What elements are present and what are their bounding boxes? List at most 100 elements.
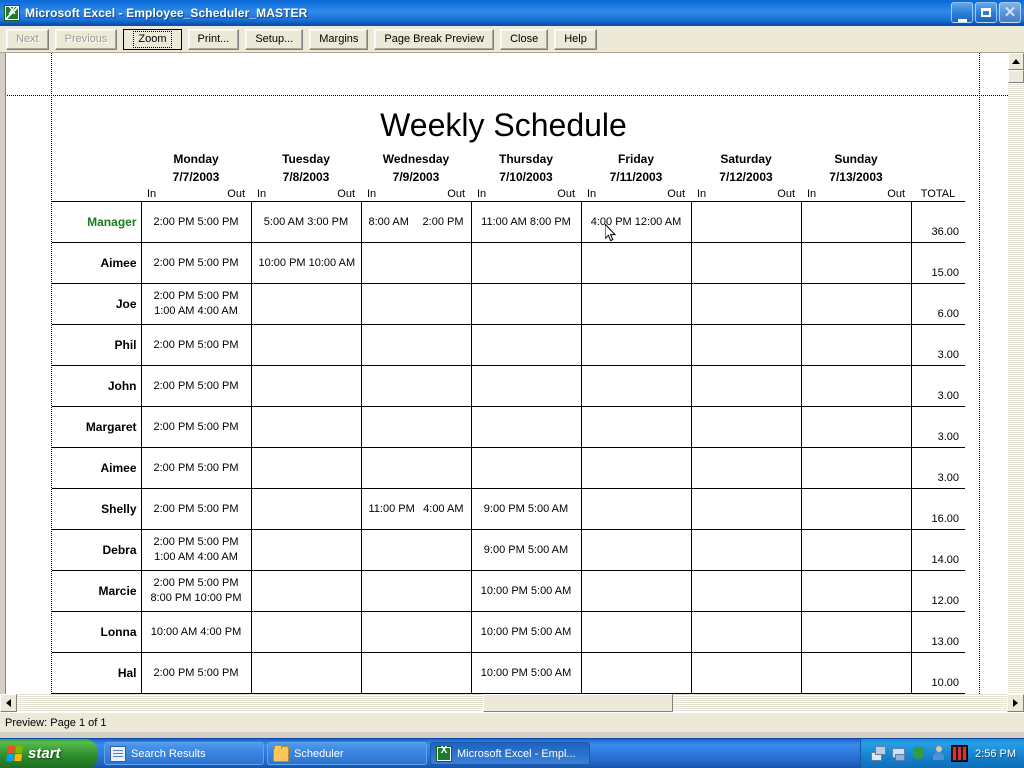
taskbar-item[interactable]: Scheduler xyxy=(267,742,427,765)
header-day-tuesday: Tuesday xyxy=(282,152,330,166)
employee-name-cell: Shelly xyxy=(52,488,142,530)
header-in-label: In xyxy=(147,188,157,200)
toolbar-button-zoom[interactable]: Zoom xyxy=(123,28,182,50)
table-row: Marcie 2:00 PM 5:00 PM 8:00 PM 10:00 PM 10:… xyxy=(52,570,965,612)
header-date-tuesday: 7/8/2003 xyxy=(282,170,330,184)
shift-entry: 10:00 PM 10:00 AM xyxy=(258,256,356,269)
shift-cell: 10:00 PM 10:00 AM xyxy=(250,242,362,284)
toolbar-button-print[interactable]: Print... xyxy=(187,28,240,50)
scroll-up-button[interactable] xyxy=(1008,53,1024,70)
toolbar-button-setup[interactable]: Setup... xyxy=(245,28,304,50)
shift-entry: 2:00 PM 5:00 PM xyxy=(153,379,239,392)
header-date-thursday: 7/10/2003 xyxy=(499,170,553,184)
shift-cell xyxy=(690,652,802,694)
employee-name-cell: Margaret xyxy=(52,406,142,448)
employee-name-cell: Debra xyxy=(52,529,142,571)
table-row: John 2:00 PM 5:00 PM 3.00 xyxy=(52,365,965,407)
scroll-left-button[interactable] xyxy=(0,694,17,712)
employee-name-cell: Aimee xyxy=(52,447,142,489)
network-icon[interactable] xyxy=(871,746,887,761)
shift-cell xyxy=(360,324,472,366)
shift-cell xyxy=(250,611,362,653)
horizontal-scrollbar[interactable] xyxy=(0,694,1024,712)
shift-entry: 2:00 PM 5:00 PM xyxy=(153,666,239,679)
toolbar-button-page-break-preview[interactable]: Page Break Preview xyxy=(374,28,495,50)
header-out-label: Out xyxy=(447,188,465,200)
table-row: Phil 2:00 PM 5:00 PM 3.00 xyxy=(52,324,965,366)
maximize-button[interactable] xyxy=(975,2,997,23)
vertical-scrollbar[interactable] xyxy=(1008,53,1024,694)
shift-cell xyxy=(360,652,472,694)
shift-cell xyxy=(690,611,802,653)
shift-cell xyxy=(690,447,802,489)
shift-cell xyxy=(250,365,362,407)
print-preview-canvas: Weekly Schedule Monday Tuesday Wednesday Th… xyxy=(0,53,1008,694)
clock[interactable]: 2:56 PM xyxy=(975,748,1016,760)
horizontal-scroll-thumb[interactable] xyxy=(483,694,673,712)
shift-cell: 9:00 PM 5:00 AM xyxy=(470,488,582,530)
shift-cell xyxy=(360,447,472,489)
shield-icon[interactable] xyxy=(911,746,926,761)
toolbar-button-help[interactable]: Help xyxy=(554,28,597,50)
header-out-label: Out xyxy=(557,188,575,200)
taskbar-item[interactable]: Search Results xyxy=(104,742,264,765)
table-row: Debra 2:00 PM 5:00 PM 1:00 AM 4:00 AM 9:00 … xyxy=(52,529,965,571)
shift-cell xyxy=(360,570,472,612)
shift-cell xyxy=(250,570,362,612)
header-out-label: Out xyxy=(777,188,795,200)
table-row: Aimee 2:00 PM 5:00 PM 10:00 PM 10:00 AM 15.… xyxy=(52,242,965,284)
header-in-label: In xyxy=(477,188,487,200)
taskbar: start Search Results Scheduler Microsoft E… xyxy=(0,738,1024,768)
shift-cell: 2:00 PM 5:00 PM 1:00 AM 4:00 AM xyxy=(140,283,252,325)
shift-cell xyxy=(360,242,472,284)
page-title: Weekly Schedule xyxy=(380,107,627,143)
start-button[interactable]: start xyxy=(0,738,98,768)
shift-cell xyxy=(360,283,472,325)
chevron-left-icon xyxy=(6,699,11,707)
vertical-scroll-track[interactable] xyxy=(1008,70,1024,694)
employee-name-cell: Aimee xyxy=(52,242,142,284)
taskbar-item-label: Search Results xyxy=(131,747,206,760)
start-label: start xyxy=(28,745,61,762)
shift-cell xyxy=(690,201,802,243)
vertical-scroll-thumb[interactable] xyxy=(1008,70,1024,83)
header-day-sunday: Sunday xyxy=(834,152,878,166)
shift-cell xyxy=(470,406,582,448)
header-total: TOTAL xyxy=(920,188,956,200)
user-account-icon[interactable] xyxy=(931,746,946,761)
shift-entry: 2:00 PM 5:00 PM xyxy=(153,577,239,589)
minimize-button[interactable] xyxy=(951,2,973,23)
shift-entry: 2:00 PM 5:00 PM xyxy=(153,536,239,548)
page-left-gutter xyxy=(0,53,6,694)
shift-entry: 4:00 PM 12:00 AM xyxy=(590,215,682,228)
row-total-cell: 10.00 xyxy=(910,652,965,694)
header-in-label: In xyxy=(587,188,597,200)
header-corner-day xyxy=(52,147,141,166)
scroll-right-button[interactable] xyxy=(1007,694,1024,712)
shift-entry: 10:00 AM 4:00 PM xyxy=(150,625,242,638)
taskbar-item[interactable]: Microsoft Excel - Empl... xyxy=(430,742,590,765)
header-row-date: 7/7/2003 7/8/2003 7/9/2003 7/10/2003 7/11/20… xyxy=(52,166,965,184)
header-corner-date xyxy=(52,166,141,184)
right-margin-guide xyxy=(979,53,980,694)
shift-entry: 5:00 AM 3:00 PM xyxy=(263,215,349,228)
shift-entry: 11:00 PM 4:00 AM xyxy=(369,502,464,517)
shift-cell xyxy=(580,570,692,612)
network-connection-icon[interactable] xyxy=(891,746,906,761)
shift-cell xyxy=(250,406,362,448)
header-total-spacer-date xyxy=(911,166,965,184)
employee-name-cell: Hal xyxy=(52,652,142,694)
close-button[interactable]: ✕ xyxy=(999,2,1021,23)
toolbar-button-label: Previous xyxy=(64,33,108,45)
employee-name-cell: Marcie xyxy=(52,570,142,612)
shift-cell: 11:00 PM 4:00 AM xyxy=(360,488,472,530)
restore-icon xyxy=(976,3,996,22)
excel-icon xyxy=(4,5,20,21)
volume-meter-icon[interactable] xyxy=(951,745,969,762)
top-margin-guide xyxy=(7,95,1008,96)
toolbar-button-margins[interactable]: Margins xyxy=(309,28,369,50)
shift-cell xyxy=(580,406,692,448)
shift-cell: 2:00 PM 5:00 PM xyxy=(140,406,252,448)
employee-name-cell: Phil xyxy=(52,324,142,366)
toolbar-button-close[interactable]: Close xyxy=(500,28,549,50)
